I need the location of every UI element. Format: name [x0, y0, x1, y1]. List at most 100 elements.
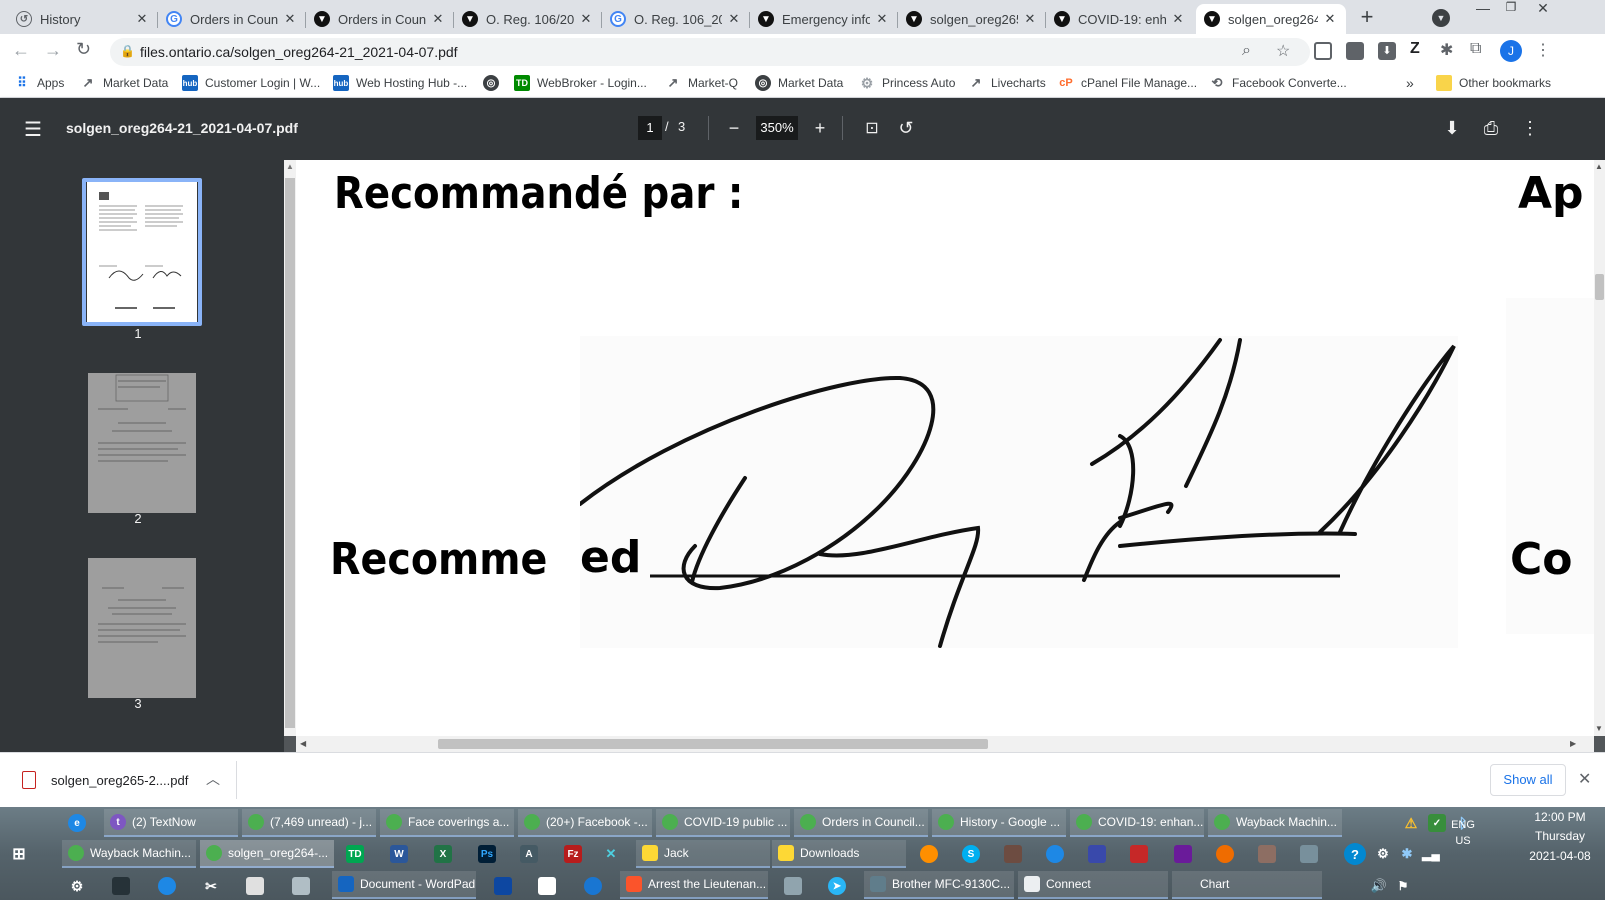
app-icon[interactable]	[1258, 845, 1276, 863]
profile-avatar[interactable]: J	[1500, 40, 1522, 62]
language-indicator[interactable]: ENG	[1448, 819, 1478, 831]
photoshop-icon[interactable]: Ps	[478, 845, 496, 863]
close-shelf-icon[interactable]: ✕	[1578, 769, 1591, 789]
close-icon[interactable]: ✕	[430, 11, 446, 27]
bookmark-livecharts[interactable]: ↗ Livecharts	[968, 75, 1046, 91]
tab-solgen-oreg264[interactable]: ▼ solgen_oreg264 ✕	[1196, 4, 1346, 34]
tab-covid-enhanced[interactable]: ▼ COVID-19: enha ✕	[1046, 4, 1194, 34]
tab-history[interactable]: ↺ History ✕	[8, 4, 158, 34]
start-icon[interactable]: ⊞	[10, 845, 28, 863]
tab-oreg-106[interactable]: ▼ O. Reg. 106/20: ✕	[454, 4, 602, 34]
app-icon[interactable]	[784, 877, 802, 895]
ie-icon[interactable]: e	[68, 814, 86, 832]
chevron-up-icon[interactable]: ︿	[206, 769, 220, 789]
tray-icon[interactable]: ✱	[1398, 845, 1416, 863]
bookmark-customer-login[interactable]: hub Customer Login | W...	[182, 75, 320, 91]
tray-icon[interactable]: ⚙	[1374, 845, 1392, 863]
zoom-icon[interactable]: ⌕	[1242, 42, 1251, 60]
zotero-icon[interactable]: Z	[1410, 40, 1420, 58]
scrollbar-thumb[interactable]	[438, 739, 988, 749]
taskbar-item-textnow[interactable]: t (2) TextNow	[104, 809, 238, 837]
camera-icon[interactable]	[1346, 42, 1364, 60]
horizontal-scrollbar[interactable]: ◀ ▶	[296, 736, 1594, 752]
page-number-input[interactable]: 1	[638, 116, 662, 140]
bookmark-facebook-converter[interactable]: ⟲ Facebook Converte...	[1209, 75, 1347, 91]
taskbar-item-chart[interactable]: Chart	[1172, 871, 1322, 899]
security-icon[interactable]: ✓	[1428, 814, 1446, 832]
back-icon[interactable]: ←	[12, 40, 30, 61]
tray-icon[interactable]: ⚙	[68, 877, 86, 895]
taskbar-item-covid-enhanced[interactable]: COVID-19: enhan...	[1070, 809, 1204, 837]
bookmarks-overflow-button[interactable]: »	[1406, 75, 1414, 91]
skype-icon[interactable]: S	[962, 845, 980, 863]
taskbar-item-wordpad[interactable]: Document - WordPad	[332, 871, 476, 899]
zoom-out-button[interactable]: −	[722, 116, 746, 140]
word-icon[interactable]: W	[390, 845, 408, 863]
close-icon[interactable]: ✕	[282, 11, 298, 27]
taskbar-item-printer[interactable]: Brother MFC-9130C...	[864, 871, 1014, 899]
reload-icon[interactable]: ↻	[76, 39, 91, 60]
scroll-left-arrow[interactable]: ◀	[300, 739, 306, 748]
flag-icon[interactable]: ⚑	[1394, 877, 1412, 895]
taskbar-item-facebook[interactable]: (20+) Facebook -...	[518, 809, 652, 837]
bookmark-globe[interactable]: ◎	[483, 75, 506, 91]
tab-orders-in-council[interactable]: ▼ Orders in Council ✕	[306, 4, 454, 34]
document-icon[interactable]	[538, 877, 556, 895]
puzzle-icon[interactable]: ✱	[1440, 40, 1453, 60]
tab-solgen-oreg265[interactable]: ▼ solgen_oreg265 ✕	[898, 4, 1046, 34]
volume-icon[interactable]: 🔊	[1370, 877, 1388, 895]
bookmark-princess-auto[interactable]: ⚙ Princess Auto	[859, 75, 956, 91]
app-icon[interactable]	[494, 877, 512, 895]
scrollbar-thumb[interactable]	[285, 178, 295, 728]
bookmark-web-hosting-hub[interactable]: hub Web Hosting Hub -...	[333, 75, 467, 91]
scrollbar-thumb[interactable]	[1595, 274, 1604, 300]
app-icon[interactable]	[1300, 845, 1318, 863]
app-icon[interactable]	[920, 845, 938, 863]
cast-icon[interactable]: ⧉	[1470, 40, 1481, 58]
app-icon[interactable]: ✂	[202, 877, 220, 895]
app-icon[interactable]	[1174, 845, 1192, 863]
close-icon[interactable]: ✕	[1022, 11, 1038, 27]
page-thumbnail-2[interactable]	[88, 373, 196, 513]
help-icon[interactable]: ?	[1344, 843, 1366, 865]
filezilla-icon[interactable]: Fz	[564, 845, 582, 863]
taskbar-item-wayback-2[interactable]: Wayback Machin...	[62, 840, 196, 868]
show-all-button[interactable]: Show all	[1490, 764, 1566, 796]
download-icon[interactable]: ⬇	[1440, 116, 1464, 140]
menu-icon[interactable]: ⋮	[1535, 40, 1551, 60]
td-app-icon[interactable]: TD	[346, 845, 364, 863]
page-thumbnail-3[interactable]	[88, 558, 196, 698]
bookmark-market-data[interactable]: ↗ Market Data	[80, 75, 169, 91]
download-filename[interactable]: solgen_oreg265-2....pdf	[51, 773, 188, 788]
taskbar-item-brave[interactable]: Arrest the Lieutenan...	[620, 871, 768, 899]
taskbar-item-face-coverings[interactable]: Face coverings a...	[380, 809, 514, 837]
app-icon[interactable]	[584, 877, 602, 895]
close-icon[interactable]: ✕	[726, 11, 742, 27]
bookmark-webbroker[interactable]: TD WebBroker - Login...	[514, 75, 647, 91]
app-icon[interactable]	[1004, 845, 1022, 863]
warning-icon[interactable]: ⚠	[1402, 814, 1420, 832]
more-options-icon[interactable]: ⋮	[1518, 116, 1542, 140]
scroll-up-arrow[interactable]: ▲	[1595, 162, 1603, 171]
print-icon[interactable]: ⎙	[1479, 116, 1503, 140]
taskbar-item-folder-jack[interactable]: Jack	[636, 840, 770, 868]
close-icon[interactable]: ✕	[1322, 11, 1338, 27]
rotate-icon[interactable]: ↺	[894, 116, 918, 140]
address-bar[interactable]: 🔒 files.ontario.ca/solgen_oreg264-21_202…	[110, 38, 1310, 66]
bookmark-apps[interactable]: ⠿ Apps	[14, 75, 64, 91]
taskbar-item-orders-council[interactable]: Orders in Council...	[794, 809, 928, 837]
excel-icon[interactable]: X	[434, 845, 452, 863]
network-icon[interactable]: ▂▄	[1422, 845, 1440, 863]
app-icon[interactable]: A	[520, 845, 538, 863]
tab-search-icon[interactable]: ▼	[1432, 9, 1450, 27]
close-icon[interactable]: ✕	[134, 11, 150, 27]
vertical-scrollbar[interactable]: ▲ ▼	[1594, 160, 1605, 736]
hamburger-menu-icon[interactable]: ☰	[20, 116, 46, 142]
taskbar-item-connect[interactable]: Connect	[1018, 871, 1168, 899]
page-thumbnail-1[interactable]	[87, 182, 197, 322]
clock-time[interactable]: 12:00 PM	[1520, 810, 1600, 824]
tab-oreg-106-google[interactable]: G O. Reg. 106_20_ ✕	[602, 4, 750, 34]
clock-date[interactable]: 2021-04-08	[1520, 849, 1600, 863]
restore-button[interactable]: ❐	[1496, 0, 1526, 20]
app-icon[interactable]	[112, 877, 130, 895]
